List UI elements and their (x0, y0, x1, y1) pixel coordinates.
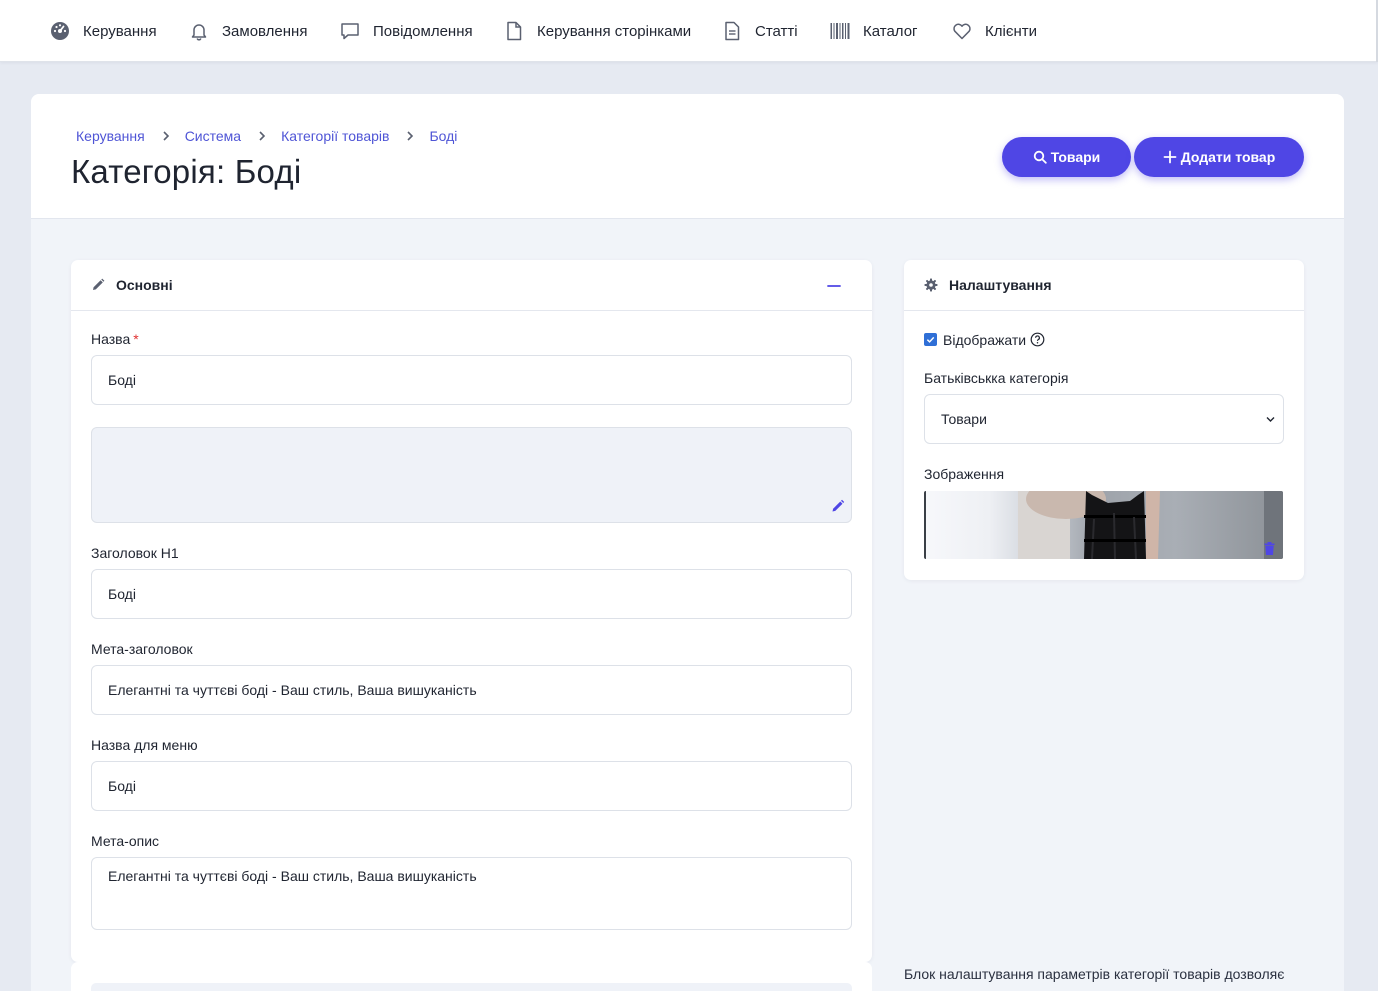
meta-description-label: Мета-опис (91, 833, 160, 849)
chat-bubble-icon (341, 23, 359, 40)
add-product-button[interactable]: Додати товар (1134, 137, 1304, 177)
menu-name-input[interactable]: Боді (91, 761, 852, 811)
breadcrumb-item[interactable]: Категорії товарів (281, 128, 389, 144)
h1-input[interactable]: Боді (91, 569, 852, 619)
search-icon (1033, 150, 1047, 164)
dashboard-icon (51, 22, 69, 40)
settings-panel: Налаштування Відображати Батьківськка ка… (904, 260, 1304, 580)
description-editor[interactable] (91, 427, 852, 523)
page-container: Керування Система Категорії товарів Боді… (31, 94, 1344, 991)
pencil-icon (93, 278, 105, 290)
nav-label: Статті (755, 22, 798, 40)
chevron-right-icon (259, 131, 266, 141)
breadcrumb-item-current[interactable]: Боді (429, 128, 457, 144)
display-label[interactable]: Відображати (943, 332, 1026, 348)
nav-label: Керування сторінками (537, 22, 692, 40)
products-button[interactable]: Товари (1002, 137, 1131, 177)
parent-category-value: Товари (941, 411, 987, 427)
settings-info-text: Блок налаштування параметрів категорії т… (904, 966, 1285, 982)
nav-label: Замовлення (222, 22, 308, 40)
meta-title-label: Мета-заголовок (91, 641, 193, 657)
barcode-icon (830, 23, 850, 39)
bell-icon (191, 24, 207, 41)
image-label: Зображення (924, 466, 1005, 482)
chevron-right-icon (163, 131, 169, 141)
main-info-panel: Основні Назва * Боді Заголовок H1 Боді Ме… (71, 260, 872, 962)
trash-icon[interactable] (1264, 542, 1275, 555)
secondary-panel-content (91, 983, 852, 991)
required-mark: * (133, 331, 139, 347)
secondary-panel (71, 962, 872, 991)
collapse-icon[interactable] (827, 279, 841, 293)
nav-label: Керування (83, 22, 157, 40)
help-icon[interactable] (1030, 332, 1045, 347)
page-title: Категорія: Боді (71, 153, 302, 190)
nav-item-catalog[interactable]: Каталог (829, 0, 918, 62)
gear-icon (924, 278, 938, 292)
parent-category-select[interactable]: Товари (924, 394, 1284, 444)
chevron-down-icon (1266, 417, 1275, 422)
checkmark-icon (926, 336, 935, 343)
breadcrumb-item[interactable]: Керування (76, 128, 145, 144)
nav-label: Каталог (863, 22, 918, 40)
document-icon (725, 21, 740, 41)
meta-title-input[interactable]: Елегантні та чуттєві боді - Ваш стиль, В… (91, 665, 852, 715)
breadcrumb: Керування Система Категорії товарів Боді (76, 128, 457, 144)
nav-item-articles[interactable]: Статті (721, 0, 798, 62)
nav-item-clients[interactable]: Клієнти (951, 0, 1037, 62)
meta-description-textarea[interactable]: Елегантні та чуттєві боді - Ваш стиль, В… (91, 857, 852, 930)
nav-item-pages[interactable]: Керування сторінками (503, 0, 691, 62)
display-checkbox[interactable] (924, 333, 937, 346)
nav-item-orders[interactable]: Замовлення (188, 0, 307, 62)
nav-label: Клієнти (985, 22, 1038, 40)
top-navigation: Керування Замовлення Повідомлення Керува… (0, 0, 1378, 62)
panel-title: Налаштування (949, 277, 1052, 293)
h1-label: Заголовок H1 (91, 545, 179, 561)
products-button-label: Товари (1050, 149, 1101, 165)
name-input[interactable]: Боді (91, 355, 852, 405)
heart-icon (953, 23, 971, 40)
breadcrumb-item[interactable]: Система (185, 128, 241, 144)
file-icon (507, 21, 522, 41)
panel-title: Основні (116, 277, 173, 293)
panel-header: Основні (71, 260, 872, 311)
nav-label: Повідомлення (373, 22, 473, 40)
menu-name-label: Назва для меню (91, 737, 198, 753)
edit-pencil-icon[interactable] (831, 499, 845, 513)
parent-category-label: Батьківськка категорія (924, 370, 1069, 386)
page-header: Керування Система Категорії товарів Боді… (31, 94, 1344, 219)
plus-icon (1163, 150, 1177, 164)
nav-item-dashboard[interactable]: Керування (49, 0, 157, 62)
add-product-button-label: Додати товар (1180, 149, 1276, 165)
name-label: Назва * (91, 331, 139, 347)
category-image (924, 491, 1283, 559)
panel-header: Налаштування (904, 260, 1304, 311)
chevron-right-icon (407, 131, 414, 141)
bodysuit-photo (924, 491, 1283, 559)
nav-item-messages[interactable]: Повідомлення (339, 0, 473, 62)
